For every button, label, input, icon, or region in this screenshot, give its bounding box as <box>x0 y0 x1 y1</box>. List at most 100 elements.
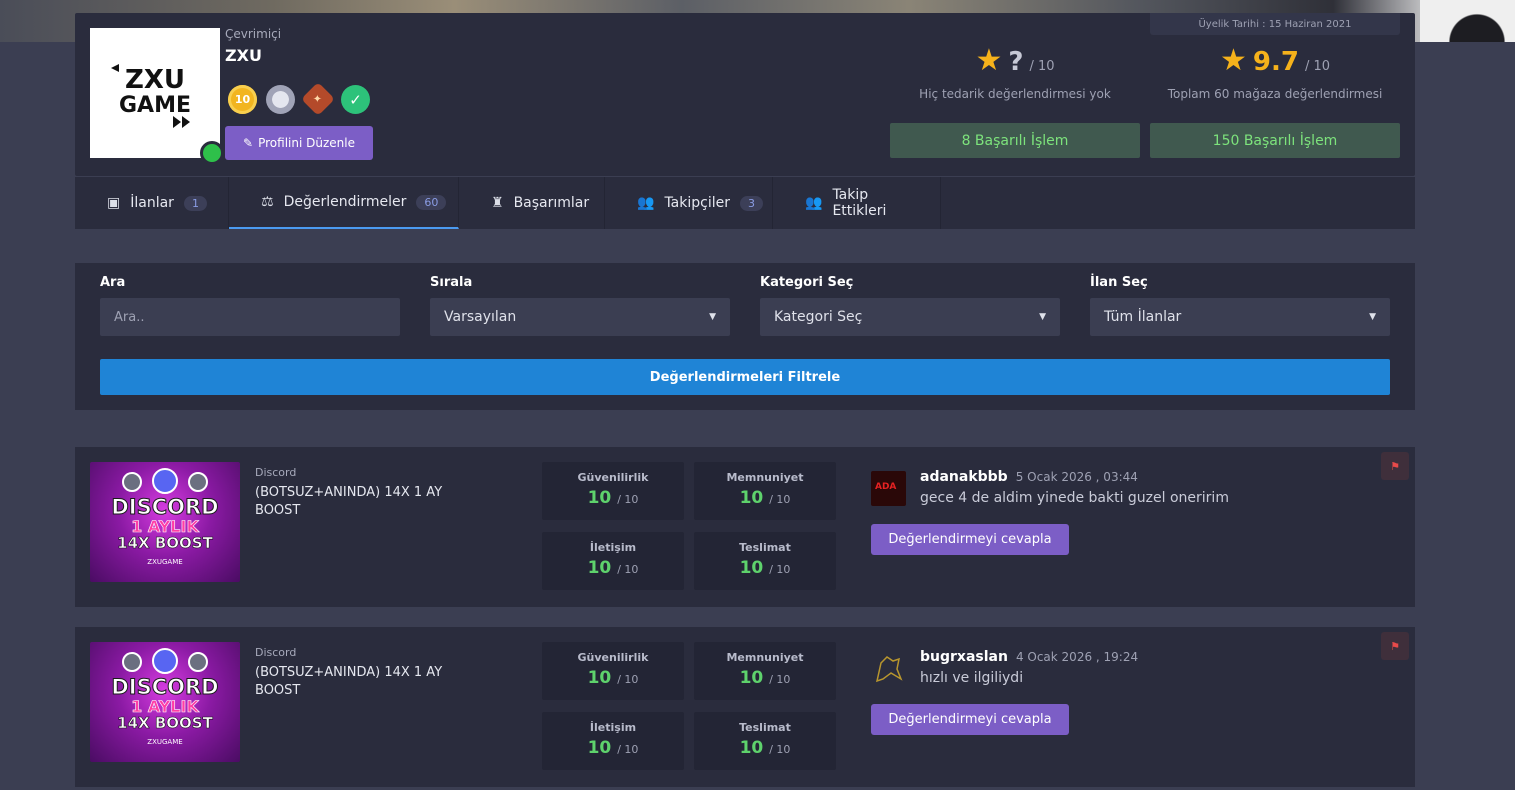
level-badge[interactable]: 10 <box>228 85 257 114</box>
score-value: 10 <box>739 738 764 758</box>
score-max: / 10 <box>617 493 639 506</box>
listing-value: Tüm İlanlar <box>1104 309 1182 325</box>
reviewer-name[interactable]: adanakbbb <box>920 469 1008 485</box>
score-label: Güvenilirlik <box>577 651 649 664</box>
supply-score-max: / 10 <box>1029 59 1055 74</box>
tab-label: Takip Ettikleri <box>832 187 887 219</box>
listing-label: İlan Seç <box>1090 275 1148 290</box>
review-date: 4 Ocak 2026 , 19:24 <box>1015 650 1139 664</box>
sort-filter: Sırala Varsayılan ▼ <box>430 275 730 336</box>
store-rating-caption: Toplam 60 mağaza değerlendirmesi <box>1167 87 1383 101</box>
listing-category: Discord <box>255 466 297 479</box>
tab-achievements[interactable]: ♜ Başarımlar <box>459 177 605 229</box>
online-status-text: Çevrimiçi <box>225 27 282 41</box>
score-delivery: Teslimat 10 / 10 <box>694 712 836 770</box>
listing-filter: İlan Seç Tüm İlanlar ▼ <box>1090 275 1390 336</box>
discord-icon <box>122 472 142 492</box>
listing-image[interactable]: DISCORD 1 AYLIK 14X BOOST ZXUGAME <box>90 642 240 762</box>
score-max: / 10 <box>769 743 791 756</box>
score-label: Güvenilirlik <box>577 471 649 484</box>
score-label: Memnuniyet <box>726 651 804 664</box>
review-comment: gece 4 de aldim yinede bakti guzel oneri… <box>920 490 1229 506</box>
listing-category: Discord <box>255 646 297 659</box>
score-value: 10 <box>587 668 612 688</box>
member-since: Üyelik Tarihi : 15 Haziran 2021 <box>1150 13 1400 35</box>
tab-label: Takipçiler <box>664 195 730 211</box>
tab-followers[interactable]: 👥 Takipçiler 3 <box>605 177 773 229</box>
image-text: 1 AYLIK <box>131 517 199 536</box>
svg-text:ZXU: ZXU <box>125 65 185 95</box>
users-icon: 👥 <box>637 195 655 211</box>
reply-review-button[interactable]: Değerlendirmeyi cevapla <box>871 704 1069 735</box>
score-value: 10 <box>587 738 612 758</box>
caret-down-icon: ▼ <box>1369 312 1376 322</box>
zxu-game-logo: ZXU GAME <box>111 64 191 128</box>
tab-count: 3 <box>739 195 763 211</box>
listing-image[interactable]: DISCORD 1 AYLIK 14X BOOST ZXUGAME <box>90 462 240 582</box>
tab-following[interactable]: 👥 Takip Ettikleri <box>773 177 941 229</box>
store-score: 9.7 <box>1252 47 1299 77</box>
review-date: 5 Ocak 2026 , 03:44 <box>1015 470 1138 484</box>
score-label: İletişim <box>589 541 637 554</box>
image-text: DISCORD <box>111 495 219 519</box>
score-max: / 10 <box>617 673 639 686</box>
reviewer-name[interactable]: bugrxaslan <box>920 649 1008 665</box>
tab-reviews[interactable]: ⚖ Değerlendirmeler 60 <box>229 177 459 229</box>
review-card: DISCORD 1 AYLIK 14X BOOST ZXUGAME Discor… <box>75 627 1415 787</box>
caret-down-icon: ▼ <box>709 312 716 322</box>
edit-icon: ✎ <box>243 136 254 150</box>
score-delivery: Teslimat 10 / 10 <box>694 532 836 590</box>
profile-card: ZXU GAME Çevrimiçi ZXU 10 ✦ ✓ ✎ Profilin… <box>75 13 1415 176</box>
search-input[interactable]: Ara.. <box>100 298 400 336</box>
listing-title[interactable]: (BOTSUZ+ANINDA) 14X 1 AY BOOST <box>255 664 475 700</box>
review-card: DISCORD 1 AYLIK 14X BOOST ZXUGAME Discor… <box>75 447 1415 607</box>
edit-profile-button[interactable]: ✎ Profilini Düzenle <box>225 126 373 160</box>
discord-icon <box>188 652 208 672</box>
reply-review-button[interactable]: Değerlendirmeyi cevapla <box>871 524 1069 555</box>
score-satisfaction: Memnuniyet 10 / 10 <box>694 462 836 520</box>
score-label: İletişim <box>589 721 637 734</box>
search-filter: Ara Ara.. <box>100 275 400 336</box>
users-icon: 👥 <box>805 195 823 211</box>
score-max: / 10 <box>769 493 791 506</box>
star-icon: ★ <box>975 43 1003 78</box>
review-comment: hızlı ve ilgiliydi <box>920 670 1024 686</box>
reviewer-name-row: bugrxaslan 4 Ocak 2026 , 19:24 <box>920 649 1138 665</box>
flag-icon[interactable]: ⚑ <box>1381 452 1409 480</box>
trophy-icon: ♜ <box>491 195 504 211</box>
supply-rating: ★ ? / 10 Hiç tedarik değerlendirmesi yok <box>890 43 1140 102</box>
score-value: 10 <box>739 488 764 508</box>
image-text: 14X BOOST <box>117 534 213 552</box>
score-value: 10 <box>739 668 764 688</box>
tab-label: Başarımlar <box>513 195 590 211</box>
avatar[interactable]: ZXU GAME <box>90 28 220 158</box>
sort-select[interactable]: Varsayılan ▼ <box>430 298 730 336</box>
reviewer-avatar[interactable] <box>871 471 906 506</box>
supply-rating-caption: Hiç tedarik değerlendirmesi yok <box>919 87 1111 101</box>
score-value: 10 <box>587 488 612 508</box>
bronze-rank-icon[interactable]: ✦ <box>301 82 335 116</box>
verified-icon[interactable]: ✓ <box>341 85 370 114</box>
listing-title[interactable]: (BOTSUZ+ANINDA) 14X 1 AY BOOST <box>255 484 475 520</box>
silver-medal-icon[interactable] <box>266 85 295 114</box>
category-select[interactable]: Kategori Seç ▼ <box>760 298 1060 336</box>
caret-down-icon: ▼ <box>1039 312 1046 322</box>
score-communication: İletişim 10 / 10 <box>542 532 684 590</box>
badge-list: 10 ✦ ✓ <box>228 82 370 116</box>
scale-icon: ⚖ <box>261 194 274 210</box>
online-status-dot <box>200 141 224 165</box>
profile-tabs: ▣ İlanlar 1 ⚖ Değerlendirmeler 60 ♜ Başa… <box>75 177 1415 229</box>
image-text: ZXUGAME <box>147 558 183 566</box>
score-max: / 10 <box>769 673 791 686</box>
sort-value: Varsayılan <box>444 309 517 325</box>
tab-listings[interactable]: ▣ İlanlar 1 <box>75 177 229 229</box>
image-text: 1 AYLIK <box>131 697 199 716</box>
flag-icon[interactable]: ⚑ <box>1381 632 1409 660</box>
score-label: Teslimat <box>739 721 791 734</box>
store-success-count: 150 Başarılı İşlem <box>1150 123 1400 158</box>
filter-reviews-button[interactable]: Değerlendirmeleri Filtrele <box>100 359 1390 395</box>
reviewer-avatar[interactable] <box>871 651 906 686</box>
listing-select[interactable]: Tüm İlanlar ▼ <box>1090 298 1390 336</box>
tab-label: Değerlendirmeler <box>283 194 407 210</box>
discord-icon <box>152 648 178 674</box>
